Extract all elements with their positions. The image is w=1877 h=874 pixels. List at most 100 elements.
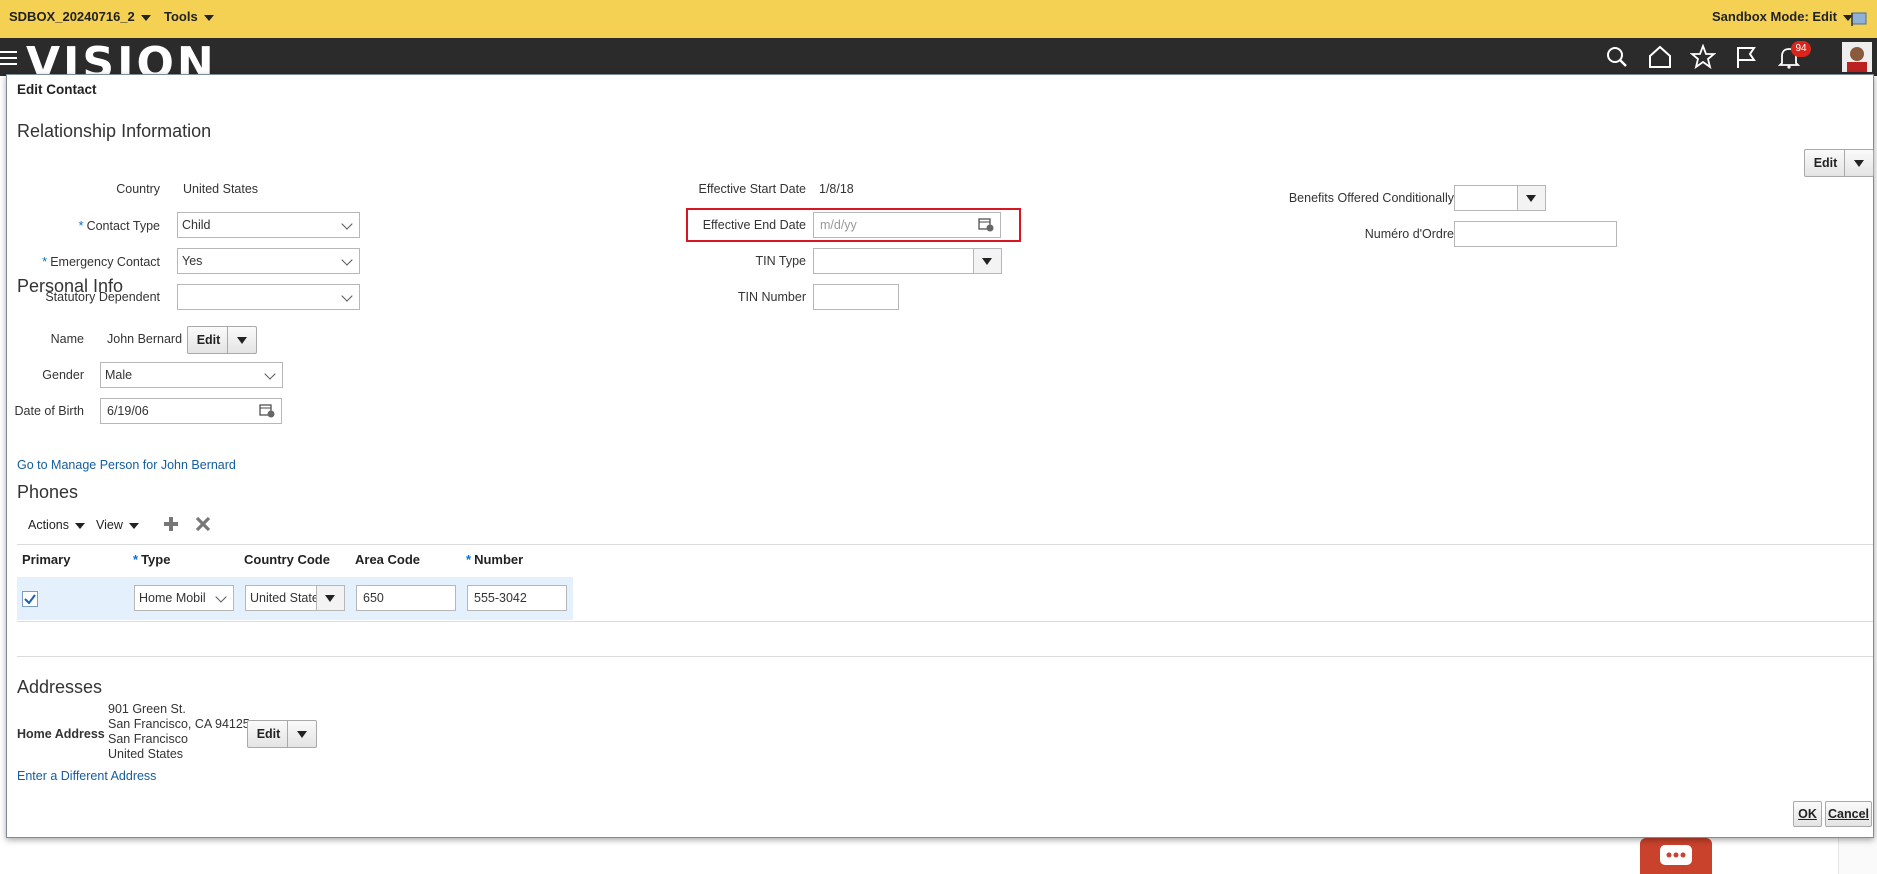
country-code-select[interactable]: United State [245, 585, 345, 611]
hamburger-menu-icon[interactable] [0, 50, 18, 66]
benefits-offered-label: Benefits Offered Conditionally [1288, 191, 1454, 205]
dialog-title: Edit Contact [17, 82, 97, 97]
phone-type-select[interactable]: Home Mobil [134, 585, 234, 611]
date-of-birth-value: 6/19/06 [107, 404, 149, 418]
edit-contact-dialog: Edit Contact Relationship Information Ed… [6, 74, 1874, 838]
address-line: San Francisco [108, 732, 188, 746]
sandbox-flag-icon[interactable] [1850, 10, 1868, 26]
sandbox-menu[interactable]: SDBOX_20240716_2 [9, 9, 151, 24]
relationship-edit-button[interactable]: Edit [1804, 149, 1874, 177]
name-value: John Bernard [107, 332, 183, 346]
home-address-label: Home Address [17, 727, 105, 741]
required-icon: * [466, 552, 472, 567]
tools-menu[interactable]: Tools [164, 9, 214, 24]
sandbox-mode-label: Sandbox Mode: Edit [1712, 9, 1837, 24]
column-type-text: Type [141, 552, 171, 567]
phone-type-value: Home Mobil [139, 591, 206, 605]
gender-select[interactable]: Male [100, 362, 283, 388]
notification-badge: 94 [1791, 41, 1811, 57]
numero-ordre-input[interactable] [1454, 221, 1617, 247]
different-address-link[interactable]: Enter a Different Address [17, 769, 156, 783]
view-menu[interactable]: View [96, 518, 139, 532]
column-primary: Primary [22, 552, 71, 567]
column-country-code: Country Code [244, 552, 330, 567]
tin-type-select[interactable] [813, 248, 1002, 274]
emergency-contact-select[interactable]: Yes [177, 248, 360, 274]
chevron-down-icon [341, 218, 353, 230]
add-icon[interactable] [163, 516, 179, 532]
chevron-down-icon[interactable] [1844, 150, 1873, 176]
delete-icon[interactable] [195, 516, 211, 532]
address-line: United States [108, 747, 184, 761]
tin-type-label: TIN Type [755, 254, 806, 268]
search-icon[interactable] [1604, 44, 1630, 70]
chevron-down-icon [75, 522, 85, 529]
contact-type-label-text: Contact Type [86, 219, 160, 233]
effective-end-date-input[interactable]: m/d/yy [813, 212, 1001, 238]
app-logo[interactable]: VISION [26, 42, 217, 77]
numero-ordre-label: Numéro d'Ordre [1364, 227, 1454, 241]
address-line: San Francisco, CA 94125 [108, 717, 250, 731]
phone-number-value: 555-3042 [474, 591, 527, 605]
sandbox-name: SDBOX_20240716_2 [9, 9, 135, 24]
addresses-heading: Addresses [17, 677, 103, 697]
area-code-value: 650 [363, 591, 384, 605]
effective-start-date-value: 1/8/18 [819, 182, 854, 196]
chevron-down-icon[interactable] [227, 327, 256, 353]
emergency-contact-label-text: Emergency Contact [50, 255, 160, 269]
benefits-offered-select[interactable] [1454, 185, 1546, 211]
ok-button[interactable]: OK [1793, 801, 1822, 827]
table-divider [17, 656, 1873, 657]
chevron-down-icon [215, 591, 227, 603]
statutory-dependent-select[interactable] [177, 284, 360, 310]
primary-checkbox[interactable] [22, 591, 38, 607]
emergency-contact-label: * Emergency Contact [42, 254, 160, 269]
chevron-down-icon [128, 522, 139, 529]
chevron-down-icon[interactable] [1517, 186, 1545, 210]
phone-number-input[interactable]: 555-3042 [467, 585, 567, 611]
column-area-code: Area Code [355, 552, 421, 567]
contact-type-select[interactable]: Child [177, 212, 360, 238]
address-line: 901 Green St. [108, 702, 186, 716]
required-icon: * [133, 552, 139, 567]
chat-launcher[interactable] [1640, 838, 1712, 874]
cancel-button[interactable]: Cancel [1825, 801, 1872, 827]
app-header: VISION 94 [0, 38, 1877, 76]
calendar-icon[interactable] [978, 217, 994, 232]
user-avatar[interactable] [1842, 42, 1872, 72]
watchlist-flag-icon[interactable] [1733, 44, 1759, 70]
calendar-icon[interactable] [259, 403, 275, 418]
chevron-down-icon[interactable] [316, 586, 344, 610]
contact-type-label: * Contact Type [79, 218, 161, 233]
tin-number-input[interactable] [813, 284, 899, 310]
actions-label: Actions [28, 518, 69, 532]
area-code-input[interactable]: 650 [356, 585, 456, 611]
country-value: United States [183, 182, 259, 196]
required-icon: * [78, 218, 84, 233]
favorites-star-icon[interactable] [1690, 44, 1716, 70]
table-row[interactable]: Home Mobil United State 650 555-3042 [17, 577, 573, 620]
date-of-birth-input[interactable]: 6/19/06 [100, 398, 282, 424]
name-edit-button[interactable]: Edit [187, 326, 257, 354]
home-address-value: 901 Green St. San Francisco, CA 94125 Sa… [108, 702, 250, 762]
chevron-down-icon [140, 14, 151, 21]
chevron-down-icon [203, 14, 214, 21]
edit-label: Edit [1813, 156, 1838, 170]
country-label: Country [116, 182, 160, 196]
edit-label: Edit [196, 333, 221, 347]
contact-type-value: Child [182, 218, 211, 232]
date-of-birth-label: Date of Birth [14, 404, 84, 418]
chevron-down-icon[interactable] [973, 249, 1001, 273]
chat-icon [1660, 845, 1692, 865]
chevron-down-icon[interactable] [287, 721, 316, 747]
actions-menu[interactable]: Actions [28, 518, 85, 532]
home-icon[interactable] [1647, 44, 1673, 70]
gender-value: Male [105, 368, 133, 382]
sandbox-bar: SDBOX_20240716_2 Tools Sandbox Mode: Edi… [0, 0, 1877, 38]
address-edit-button[interactable]: Edit [247, 720, 317, 748]
phones-heading: Phones [17, 482, 79, 502]
sandbox-mode-menu[interactable]: Sandbox Mode: Edit [1712, 9, 1853, 24]
effective-end-date-placeholder: m/d/yy [820, 218, 857, 232]
country-code-value: United State [250, 591, 316, 605]
manage-person-link[interactable]: Go to Manage Person for John Bernard [17, 458, 236, 472]
